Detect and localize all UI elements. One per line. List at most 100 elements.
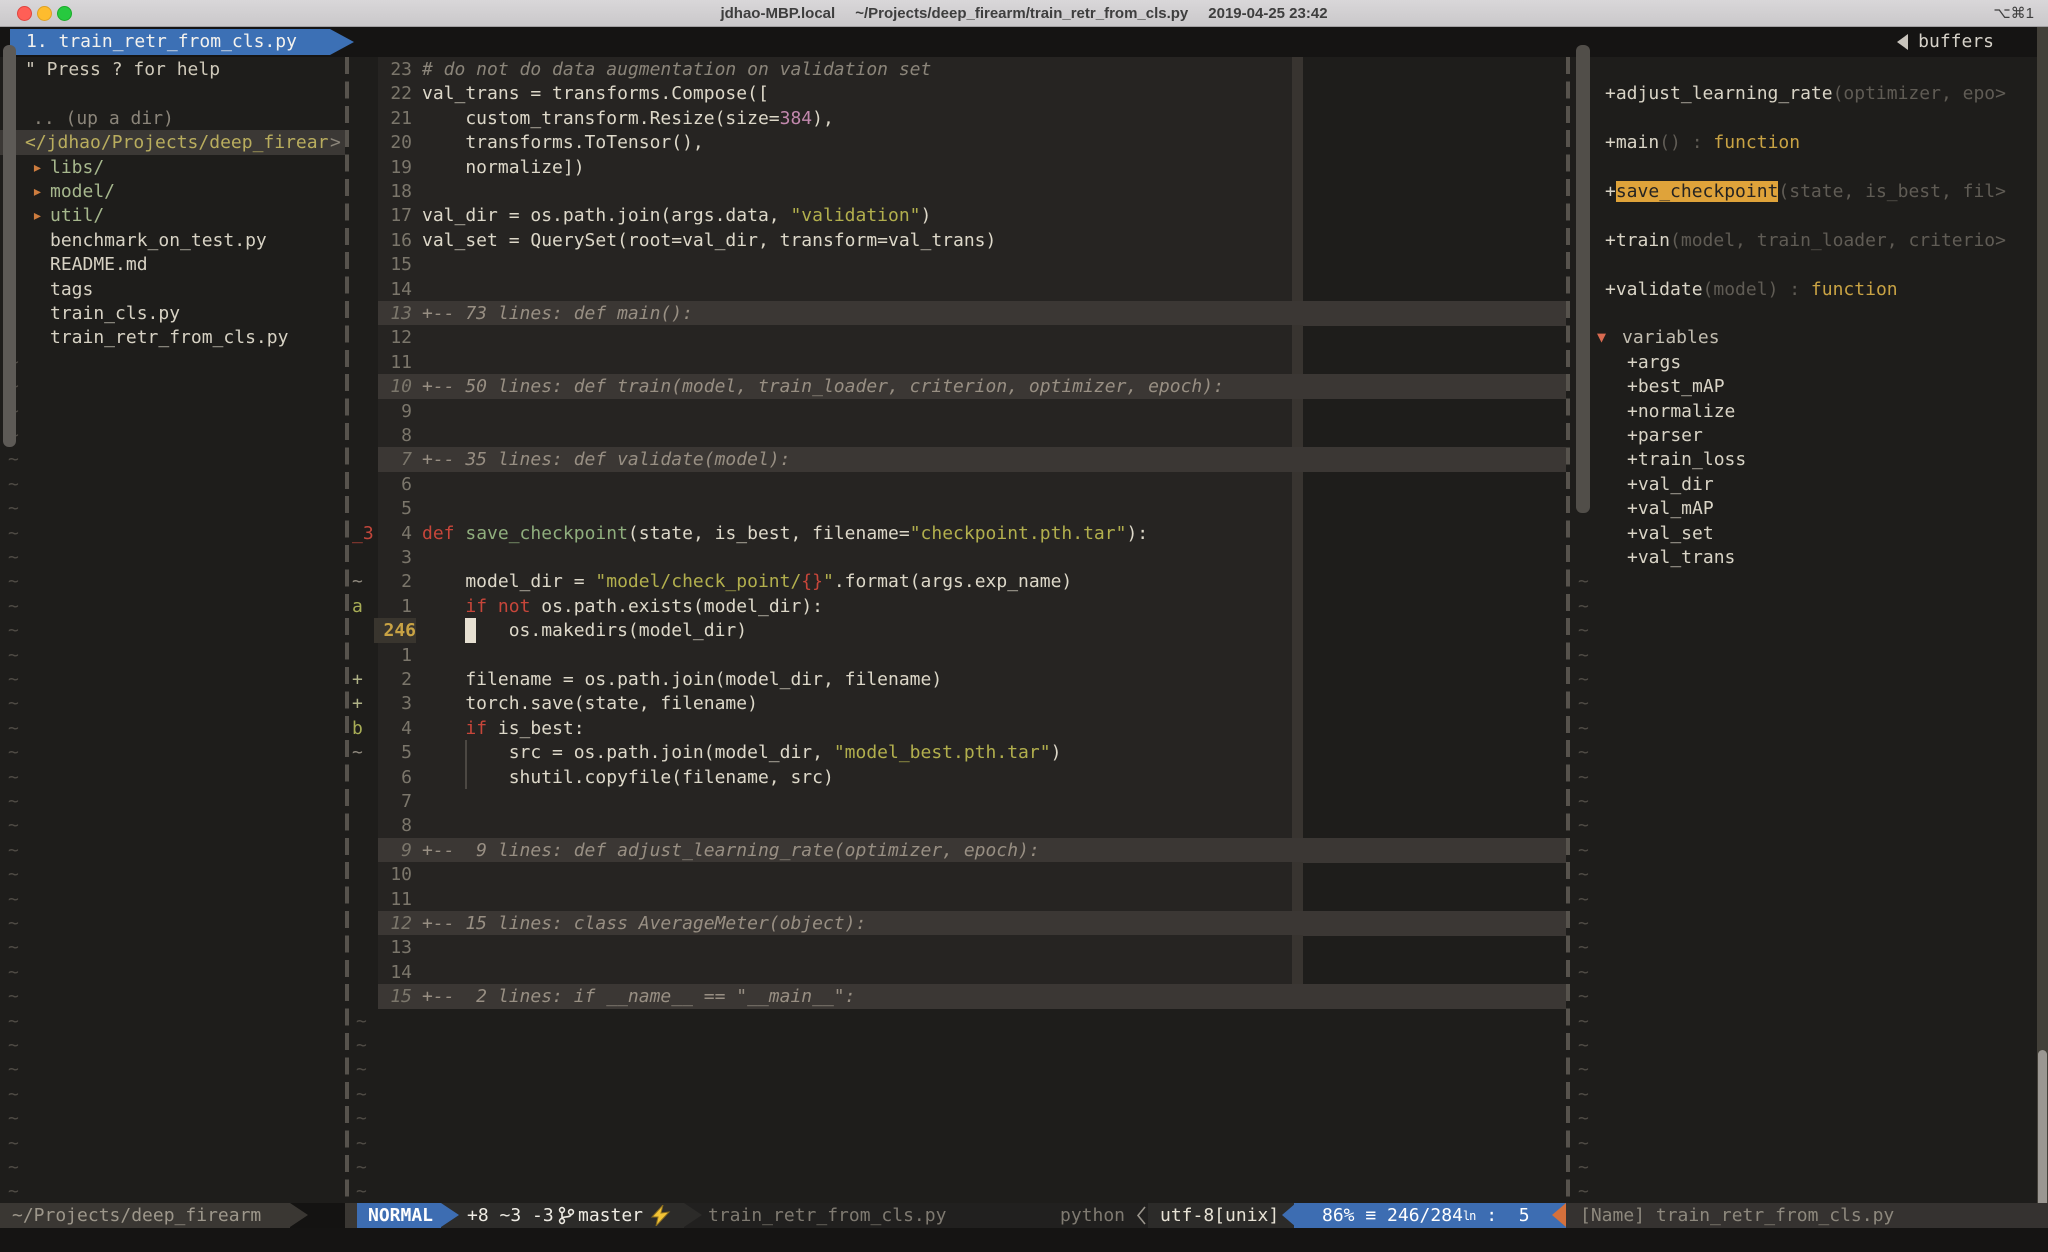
empty-line-tilde: ~ — [8, 594, 19, 619]
code-line[interactable]: # do not do data augmentation on validat… — [422, 57, 931, 82]
current-line-number: 246 — [374, 618, 416, 643]
color-column — [1292, 81, 1303, 106]
nerdtree-scrollbar-thumb[interactable] — [3, 45, 16, 447]
tagbar-token: +args — [1627, 352, 1681, 373]
empty-line-tilde: ~ — [1578, 789, 1589, 814]
color-column — [1292, 179, 1303, 204]
buffer-line-bg — [378, 472, 1292, 497]
trigram-icon: ≡ — [1365, 1205, 1376, 1226]
code-token: if — [465, 718, 487, 739]
tagbar: +adjust_learning_rate(optimizer, epo> +ma… — [1570, 57, 2048, 1203]
tree-item-README-md[interactable]: README.md — [50, 252, 148, 277]
code-line[interactable]: os.makedirs(model_dir) — [422, 618, 747, 643]
folded-code-line[interactable]: +-- 50 lines: def train(model, train_loa… — [422, 374, 1224, 399]
empty-line-tilde: ~ — [1578, 1155, 1589, 1180]
color-column — [1292, 155, 1303, 180]
tagbar-item[interactable]: +best_mAP — [1627, 374, 1725, 399]
line-number: 3 — [376, 545, 412, 570]
tagbar-item[interactable]: +validate(model) : function — [1605, 277, 1898, 302]
tree-item-util[interactable]: util/ — [50, 203, 104, 228]
tagbar-item[interactable]: +train(model, train_loader, criterio> — [1605, 228, 2006, 253]
code-line[interactable]: torch.save(state, filename) — [422, 691, 758, 716]
code-token: filename = os.path.join(model_dir, filen… — [422, 669, 942, 690]
tagbar-item[interactable]: +parser — [1627, 423, 1703, 448]
empty-line-tilde: ~ — [1578, 594, 1589, 619]
empty-line-tilde: ~ — [1578, 1033, 1589, 1058]
gutter-sign: ~ — [352, 740, 363, 765]
code-editor[interactable]: 2 3 # do not do data augmentation on valid… — [345, 57, 1566, 1203]
code-line[interactable]: model_dir = "model/check_point/{}".forma… — [422, 569, 1072, 594]
thin-left-chevron-icon — [1135, 1206, 1147, 1225]
empty-line-tilde: ~ — [356, 1179, 367, 1204]
statusline-corner-block — [345, 1203, 357, 1228]
buffer-line-bg — [378, 179, 1292, 204]
tree-item-train_cls-py[interactable]: train_cls.py — [50, 301, 180, 326]
code-line[interactable]: custom_transform.Resize(size=384), — [422, 106, 834, 131]
buffer-line-bg — [378, 862, 1292, 887]
line-number: 8 — [376, 813, 412, 838]
empty-line-tilde: ~ — [356, 1082, 367, 1107]
folded-code-line[interactable]: +-- 15 lines: class AverageMeter(object)… — [422, 911, 866, 936]
code-line[interactable]: normalize]) — [422, 155, 585, 180]
tagbar-item[interactable]: +train_loss — [1627, 447, 1746, 472]
tree-root[interactable]: </jdhao/Projects/deep_firear — [25, 130, 328, 155]
powerline-arrow-icon — [290, 1203, 308, 1227]
empty-line-tilde: ~ — [8, 569, 19, 594]
empty-line-tilde: ~ — [1578, 984, 1589, 1009]
tagbar-token: +val_mAP — [1627, 498, 1714, 519]
tree-item-tags[interactable]: tags — [50, 277, 93, 302]
statusline-filetype: python — [1060, 1203, 1125, 1228]
statusline-filename: train_retr_from_cls.py — [708, 1203, 946, 1228]
tree-item-train_retr_from_cls-py[interactable]: train_retr_from_cls.py — [50, 325, 288, 350]
code-line[interactable]: filename = os.path.join(model_dir, filen… — [422, 667, 942, 692]
folded-code-line[interactable]: +-- 73 lines: def main(): — [422, 301, 693, 326]
line-number: 12 — [376, 325, 412, 350]
buffer-line-bg — [378, 277, 1292, 302]
color-column — [1292, 862, 1303, 887]
folded-code-line[interactable]: +-- 2 lines: if __name__ == "__main__": — [422, 984, 855, 1009]
tree-item-libs[interactable]: libs/ — [50, 155, 104, 180]
code-line[interactable]: src = os.path.join(model_dir, "model_bes… — [422, 740, 1061, 765]
empty-line-tilde: ~ — [8, 447, 19, 472]
code-line[interactable]: def save_checkpoint(state, is_best, file… — [422, 521, 1148, 546]
tagbar-item[interactable]: +args — [1627, 350, 1681, 375]
tree-item-model[interactable]: model/ — [50, 179, 115, 204]
tagbar-item[interactable]: +val_set — [1627, 521, 1714, 546]
tagbar-item[interactable]: +val_trans — [1627, 545, 1735, 570]
encoding-indicator: utf-8[unix] — [1160, 1203, 1279, 1228]
empty-line-tilde: ~ — [8, 716, 19, 741]
folded-code-line[interactable]: +-- 35 lines: def validate(model): — [422, 447, 790, 472]
line-number: 8 — [376, 423, 412, 448]
code-token: src = os.path.join(model_dir, — [422, 742, 834, 763]
tab-train-retr-from-cls[interactable]: 1. train_retr_from_cls.py — [10, 29, 354, 55]
tagbar-section-variables[interactable]: variables — [1622, 325, 1720, 350]
tree-up-dir[interactable]: .. (up a dir) — [33, 106, 174, 131]
line-number: 2 — [376, 667, 412, 692]
window-shortcut-badge: ⌥⌘1 — [1993, 4, 2034, 22]
code-line[interactable]: val_set = QuerySet(root=val_dir, transfo… — [422, 228, 996, 253]
code-token: (state, is_best, filename= — [628, 523, 910, 544]
titlebar[interactable]: jdhao-MBP.local ~/Projects/deep_firearm/… — [0, 0, 2048, 27]
code-line[interactable]: if not os.path.exists(model_dir): — [422, 594, 823, 619]
code-line[interactable]: shutil.copyfile(filename, src) — [422, 765, 834, 790]
tagbar-item[interactable]: +adjust_learning_rate(optimizer, epo> — [1605, 81, 2006, 106]
tagbar-item[interactable]: +val_dir — [1627, 472, 1714, 497]
line-number: 15 — [376, 252, 412, 277]
tagbar-item[interactable]: +save_checkpoint(state, is_best, fil> — [1605, 179, 2006, 204]
tagbar-scrollbar-thumb[interactable] — [1576, 45, 1590, 513]
tree-item-benchmark_on_test-py[interactable]: benchmark_on_test.py — [50, 228, 267, 253]
tagbar-item[interactable]: +normalize — [1627, 399, 1735, 424]
fold-triangle-icon[interactable]: ▼ — [1597, 325, 1606, 350]
code-line[interactable]: transforms.ToTensor(), — [422, 130, 704, 155]
color-column — [1292, 643, 1303, 668]
code-line[interactable]: val_dir = os.path.join(args.data, "valid… — [422, 203, 931, 228]
line-number: 12 — [376, 911, 412, 936]
tagbar-item[interactable]: +val_mAP — [1627, 496, 1714, 521]
folded-code-line[interactable]: +-- 9 lines: def adjust_learning_rate(op… — [422, 838, 1040, 863]
code-line[interactable]: val_trans = transforms.Compose([ — [422, 81, 769, 106]
empty-line-tilde: ~ — [8, 1009, 19, 1034]
tagbar-item[interactable]: +main() : function — [1605, 130, 1800, 155]
command-line[interactable] — [0, 1228, 2048, 1252]
code-line[interactable]: if is_best: — [422, 716, 585, 741]
tagbar-token: +train — [1605, 230, 1670, 251]
